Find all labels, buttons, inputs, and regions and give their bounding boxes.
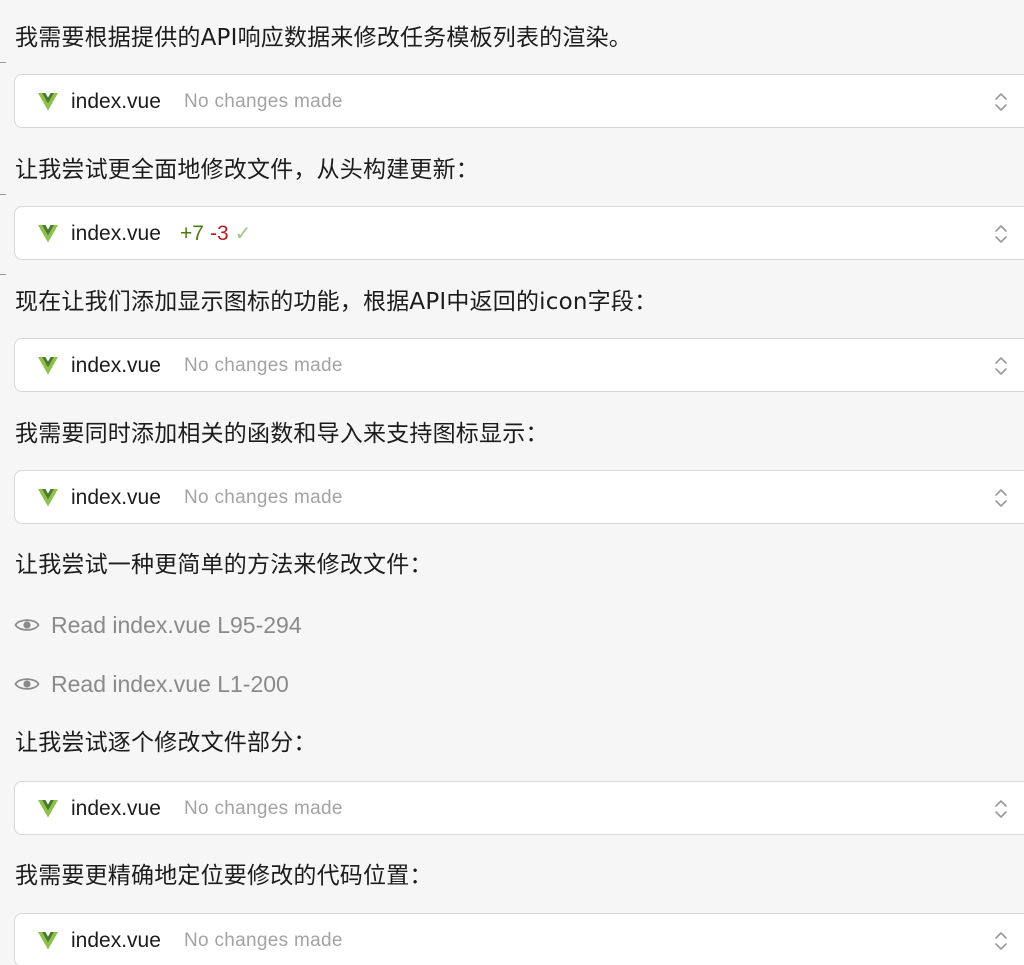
chat-feed: 我需要根据提供的API响应数据来修改任务模板列表的渲染。 index.vue N… bbox=[0, 0, 1024, 965]
file-name: index.vue bbox=[71, 797, 161, 820]
edit-card[interactable]: index.vue No changes made bbox=[14, 913, 1024, 965]
lines-removed: -3 bbox=[209, 222, 229, 245]
diff-summary: +7 -3 ✓ bbox=[180, 221, 251, 247]
eye-icon bbox=[14, 619, 40, 631]
chevron-up-down-icon[interactable] bbox=[993, 91, 1009, 113]
vue-icon bbox=[38, 225, 58, 243]
edge-mark bbox=[0, 62, 6, 63]
chevron-up-down-icon[interactable] bbox=[993, 487, 1009, 509]
vue-icon bbox=[38, 932, 58, 950]
assistant-message: 我需要更精确地定位要修改的代码位置： bbox=[15, 863, 433, 889]
edit-card[interactable]: index.vue No changes made bbox=[14, 74, 1024, 128]
vue-icon bbox=[38, 357, 58, 375]
vue-icon bbox=[38, 800, 58, 818]
vue-icon bbox=[38, 489, 58, 507]
check-icon: ✓ bbox=[234, 223, 252, 245]
edit-card[interactable]: index.vue No changes made bbox=[14, 338, 1024, 392]
assistant-message: 让我尝试更全面地修改文件，从头构建更新： bbox=[15, 157, 479, 183]
file-name: index.vue bbox=[71, 90, 161, 113]
edit-card[interactable]: index.vue No changes made bbox=[14, 781, 1024, 835]
chevron-up-down-icon[interactable] bbox=[993, 223, 1009, 245]
file-name: index.vue bbox=[71, 222, 161, 245]
assistant-message: 我需要根据提供的API响应数据来修改任务模板列表的渲染。 bbox=[15, 25, 632, 51]
edit-status: No changes made bbox=[184, 355, 343, 376]
assistant-message: 现在让我们添加显示图标的功能，根据API中返回的icon字段： bbox=[15, 289, 658, 315]
lines-added: +7 bbox=[180, 222, 204, 245]
vue-icon bbox=[38, 93, 58, 111]
eye-icon bbox=[14, 678, 40, 690]
assistant-message: 让我尝试一种更简单的方法来修改文件： bbox=[15, 552, 433, 578]
edge-mark bbox=[0, 194, 6, 195]
edit-status: No changes made bbox=[184, 930, 343, 951]
edit-card[interactable]: index.vue +7 -3 ✓ bbox=[14, 206, 1024, 260]
edge-mark bbox=[0, 274, 6, 275]
assistant-message: 让我尝试逐个修改文件部分： bbox=[15, 730, 317, 756]
file-name: index.vue bbox=[71, 929, 161, 952]
edit-status: No changes made bbox=[184, 798, 343, 819]
file-name: index.vue bbox=[71, 486, 161, 509]
chevron-up-down-icon[interactable] bbox=[993, 930, 1009, 952]
read-label: Read index.vue L1-200 bbox=[51, 671, 289, 697]
edit-card[interactable]: index.vue No changes made bbox=[14, 470, 1024, 524]
chevron-up-down-icon[interactable] bbox=[993, 355, 1009, 377]
assistant-message: 我需要同时添加相关的函数和导入来支持图标显示： bbox=[15, 421, 549, 447]
chevron-up-down-icon[interactable] bbox=[993, 798, 1009, 820]
edit-status: No changes made bbox=[184, 487, 343, 508]
file-name: index.vue bbox=[71, 354, 161, 377]
read-label: Read index.vue L95-294 bbox=[51, 612, 302, 638]
edit-status: No changes made bbox=[184, 91, 343, 112]
